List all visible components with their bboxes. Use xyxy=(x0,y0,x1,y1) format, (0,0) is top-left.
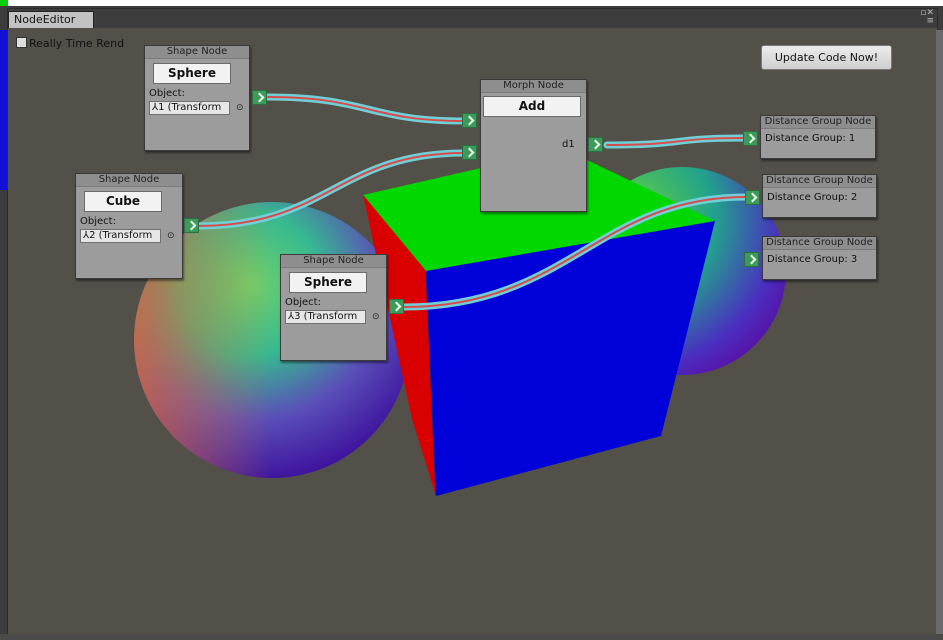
node-title: Shape Node xyxy=(76,174,182,187)
object-field[interactable]: ⅄3 (Transform xyxy=(285,310,366,324)
distance-group-label: Distance Group: 3 xyxy=(767,254,858,265)
background-fragment xyxy=(0,0,8,6)
distance-group-node[interactable]: Distance Group Node Distance Group: 1 xyxy=(760,115,876,159)
shape-node[interactable]: Shape Node Sphere Object: ⅄3 (Transform … xyxy=(280,254,387,361)
update-code-button[interactable]: Update Code Now! xyxy=(761,45,892,70)
distance-group-label: Distance Group: 2 xyxy=(767,192,858,203)
node-title: Distance Group Node xyxy=(763,237,876,250)
shape-node[interactable]: Shape Node Sphere Object: ⅄1 (Transform … xyxy=(144,45,250,151)
output-knob-icon[interactable] xyxy=(252,90,267,105)
object-label: Object: xyxy=(285,297,321,308)
output-knob-icon[interactable] xyxy=(389,299,404,314)
object-picker-icon[interactable]: ⊙ xyxy=(236,101,244,115)
shape-type-button[interactable]: Cube xyxy=(84,191,162,212)
checkbox-icon[interactable] xyxy=(16,37,27,48)
tab-node-editor[interactable]: NodeEditor xyxy=(8,11,94,28)
node-editor-window: NodeEditor ▫✕ ≡ Really Time Rend Update C… xyxy=(7,8,938,637)
inspector-panel-edge xyxy=(936,30,943,640)
input-knob-icon[interactable] xyxy=(743,131,758,146)
node-title: Shape Node xyxy=(281,255,386,268)
object-field[interactable]: ⅄1 (Transform xyxy=(149,101,230,115)
input-knob-icon[interactable] xyxy=(462,113,477,128)
realtime-toggle[interactable]: Really Time Rend xyxy=(16,37,124,51)
distance-group-node[interactable]: Distance Group Node Distance Group: 2 xyxy=(762,174,877,218)
input-knob-icon[interactable] xyxy=(744,252,759,267)
input-knob-icon[interactable] xyxy=(462,145,477,160)
morph-operation-button[interactable]: Add xyxy=(483,96,581,117)
shape-type-button[interactable]: Sphere xyxy=(289,272,367,293)
object-label: Object: xyxy=(149,88,185,99)
input-knob-icon[interactable] xyxy=(745,190,760,205)
bottom-edge-strip xyxy=(0,634,943,640)
output-knob-icon[interactable] xyxy=(184,218,199,233)
object-picker-icon[interactable]: ⊙ xyxy=(372,310,380,324)
distance-group-node[interactable]: Distance Group Node Distance Group: 3 xyxy=(762,236,877,280)
background-fragment xyxy=(0,30,7,190)
node-title: Distance Group Node xyxy=(763,175,876,188)
window-menu-icon[interactable]: ▫✕ ≡ xyxy=(920,9,934,27)
node-title: Morph Node xyxy=(481,80,586,93)
output-knob-icon[interactable] xyxy=(588,137,603,152)
shape-type-button[interactable]: Sphere xyxy=(153,63,231,84)
object-label: Object: xyxy=(80,216,116,227)
object-value: 3 (Transform xyxy=(294,311,358,322)
object-value: 1 (Transform xyxy=(158,102,222,113)
shape-node[interactable]: Shape Node Cube Object: ⅄2 (Transform ⊙ xyxy=(75,173,183,279)
node-title: Shape Node xyxy=(145,46,249,59)
morph-node[interactable]: Morph Node Add d1 xyxy=(480,79,587,212)
object-picker-icon[interactable]: ⊙ xyxy=(167,229,175,243)
tab-bar: NodeEditor ▫✕ ≡ xyxy=(8,9,937,28)
node-title: Distance Group Node xyxy=(761,116,875,129)
distance-group-label: Distance Group: 1 xyxy=(765,133,856,144)
realtime-label: Really Time Rend xyxy=(29,37,125,50)
top-edge-strip xyxy=(0,0,943,6)
object-value: 2 (Transform xyxy=(89,230,153,241)
object-field[interactable]: ⅄2 (Transform xyxy=(80,229,161,243)
morph-output-label: d1 xyxy=(562,139,575,150)
